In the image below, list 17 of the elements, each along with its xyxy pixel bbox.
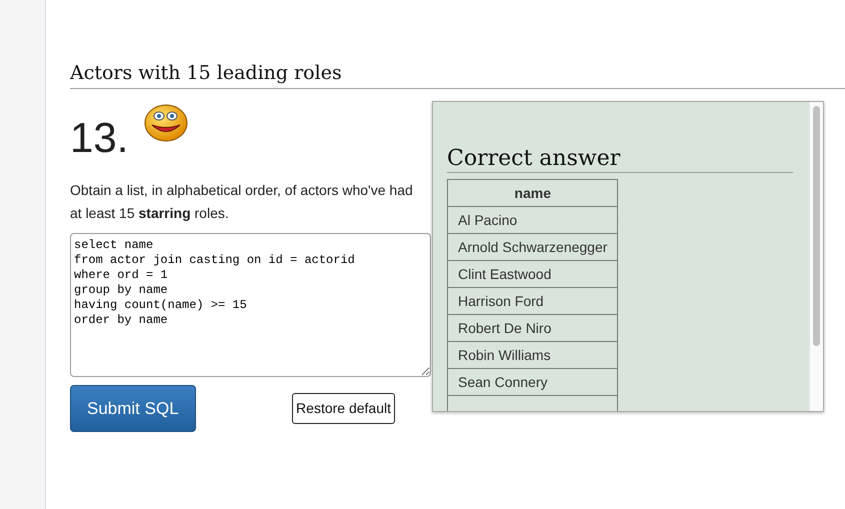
table-cell: Arnold Schwarzenegger [448, 234, 618, 261]
table-cell: Robin Williams [448, 342, 618, 369]
column-header: name [448, 180, 618, 207]
answer-title: Correct answer [447, 146, 793, 174]
sql-editor[interactable]: select name from actor join casting on id = actorid where ord = 1 group by name having count(name) >= 15 order by name [70, 232, 431, 377]
table-cell: Harrison Ford [448, 288, 618, 315]
question-number: 13. [70, 116, 128, 159]
smiley-icon [144, 104, 188, 142]
scrollbar[interactable] [809, 102, 823, 411]
question-text: Obtain a list, in alphabetical order, of actors who've had at least 15 starring roles. [70, 180, 414, 223]
table-cell: Robert De Niro [448, 314, 618, 342]
table-cell: Al Pacino [448, 206, 618, 234]
table-cell: Clint Eastwood [448, 260, 618, 288]
restore-default-button[interactable]: Restore default [292, 393, 395, 424]
table-cell: Sean Connery [448, 368, 618, 396]
submit-button[interactable]: Submit SQL [70, 384, 196, 432]
section-title: Actors with 15 leading roles [70, 62, 845, 89]
